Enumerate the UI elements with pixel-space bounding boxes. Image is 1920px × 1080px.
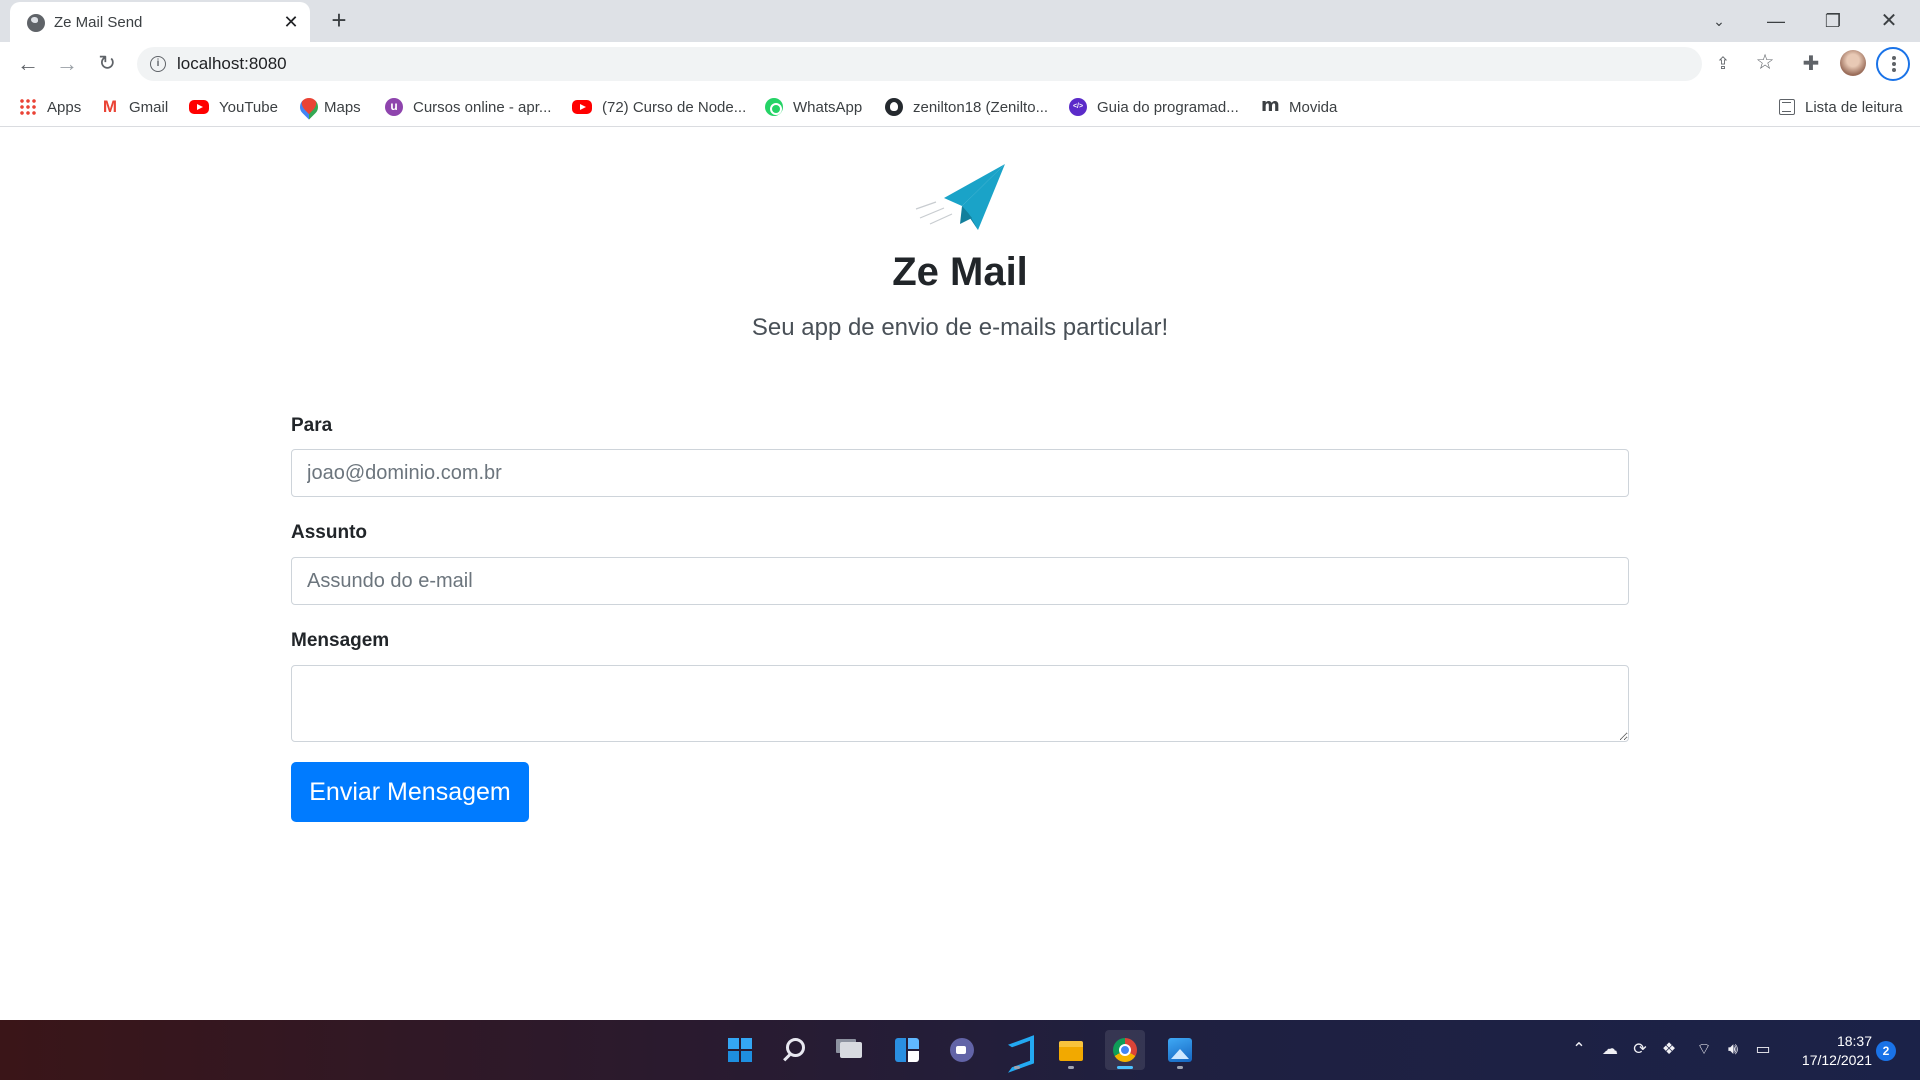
github-icon: [885, 98, 903, 116]
page-title: Ze Mail: [892, 250, 1028, 294]
browser-toolbar: ← → ↻ i localhost:8080 ⇪ ☆: [0, 42, 1920, 86]
globe-icon: [27, 14, 45, 32]
bookmark-label: Maps: [324, 98, 361, 116]
close-tab-icon[interactable]: ✕: [280, 11, 302, 33]
bookmark-label: Apps: [47, 98, 82, 116]
bookmark-label: YouTube: [219, 98, 278, 116]
restore-button[interactable]: ❐: [1810, 6, 1856, 36]
bookmark-guia-programador[interactable]: Guia do programad...: [1069, 96, 1239, 118]
bookmark-whatsapp[interactable]: WhatsApp: [765, 96, 862, 118]
back-arrow-icon[interactable]: ←: [14, 50, 42, 78]
bookmark-cursos-online[interactable]: Cursos online - apr...: [385, 96, 551, 118]
bookmark-label: WhatsApp: [793, 98, 863, 116]
bookmark-curso-node[interactable]: (72) Curso de Node...: [572, 96, 746, 118]
browser-tab[interactable]: Ze Mail Send ✕: [10, 2, 310, 42]
site-info-icon[interactable]: i: [150, 56, 166, 72]
chrome-menu-button[interactable]: [1876, 47, 1910, 81]
gmail-icon: M: [102, 97, 118, 116]
bookmark-label: Gmail: [129, 98, 169, 116]
system-tray: ⌃ ☁ ⟳ ❖ ⌔ 🔊︎ ▭: [0, 1020, 1920, 1080]
bookmark-star-icon[interactable]: ☆: [1753, 51, 1777, 75]
tab-title: Ze Mail Send: [54, 14, 143, 31]
whatsapp-icon: [765, 98, 783, 116]
browser-tab-strip: Ze Mail Send ✕ + ⌄ — ❐ ✕: [0, 0, 1920, 42]
bookmarks-bar: Apps M Gmail YouTube Maps Cursos online …: [0, 86, 1920, 127]
address-bar[interactable]: i localhost:8080 ⇪ ☆: [137, 47, 1774, 81]
bookmark-movida[interactable]: m Movida: [1261, 96, 1337, 118]
page-subtitle: Seu app de envio de e-mails particular!: [751, 314, 1169, 341]
paper-plane-logo-icon: [915, 164, 1005, 230]
bookmark-label: Guia do programad...: [1097, 98, 1239, 116]
bookmark-github[interactable]: zenilton18 (Zenilto...: [885, 96, 1048, 118]
onedrive-cloud-icon[interactable]: ☁: [1599, 1039, 1621, 1061]
youtube-icon: [189, 100, 209, 114]
message-textarea[interactable]: [291, 665, 1629, 742]
volume-icon[interactable]: 🔊︎: [1722, 1039, 1744, 1061]
send-message-button[interactable]: Enviar Mensagem: [291, 762, 529, 822]
tab-search-chevron-icon[interactable]: ⌄: [1696, 6, 1742, 36]
clock-date[interactable]: 17/12/2021: [1782, 1052, 1872, 1068]
bookmark-label: Movida: [1289, 98, 1338, 116]
notification-badge[interactable]: 2: [1876, 1041, 1896, 1061]
sync-icon[interactable]: ⟳: [1629, 1039, 1651, 1061]
to-email-input[interactable]: [291, 449, 1629, 497]
battery-icon[interactable]: ▭: [1752, 1039, 1774, 1061]
bookmark-label: zenilton18 (Zenilto...: [913, 98, 1049, 116]
extensions-puzzle-icon[interactable]: ✚: [1798, 51, 1824, 77]
reload-icon[interactable]: ↻: [93, 50, 121, 78]
apps-grid-icon: [19, 98, 37, 116]
bookmark-gmail[interactable]: M Gmail: [101, 96, 168, 118]
subject-input[interactable]: [291, 557, 1629, 605]
reading-list-button[interactable]: Lista de leitura: [1779, 96, 1903, 118]
reading-list-icon: [1779, 99, 1795, 115]
maps-icon: [300, 98, 314, 116]
bookmark-maps[interactable]: Maps: [300, 96, 361, 118]
youtube-icon: [572, 100, 592, 114]
bookmark-label: Cursos online - apr...: [413, 98, 552, 116]
chevron-up-icon[interactable]: ⌃: [1568, 1039, 1590, 1061]
udemy-icon: [385, 98, 403, 116]
dropbox-icon[interactable]: ❖: [1658, 1039, 1680, 1061]
minimize-button[interactable]: —: [1753, 6, 1799, 36]
movida-icon: m: [1261, 95, 1280, 116]
subject-label: Assunto: [291, 522, 367, 543]
new-tab-button[interactable]: +: [325, 6, 353, 34]
guia-icon: [1069, 98, 1087, 116]
forward-arrow-icon[interactable]: →: [53, 50, 81, 78]
message-label: Mensagem: [291, 630, 390, 651]
share-icon[interactable]: ⇪: [1711, 52, 1735, 76]
reading-list-label: Lista de leitura: [1805, 98, 1903, 116]
profile-avatar[interactable]: [1840, 50, 1866, 76]
bookmark-label: (72) Curso de Node...: [602, 98, 747, 116]
to-label: Para: [291, 415, 333, 436]
bookmark-youtube[interactable]: YouTube: [189, 96, 278, 118]
clock-time[interactable]: 18:37: [1812, 1033, 1872, 1049]
url-text[interactable]: localhost:8080: [177, 54, 287, 74]
wifi-icon[interactable]: ⌔: [1693, 1039, 1715, 1061]
bookmark-apps[interactable]: Apps: [19, 96, 81, 118]
close-window-button[interactable]: ✕: [1866, 6, 1912, 36]
